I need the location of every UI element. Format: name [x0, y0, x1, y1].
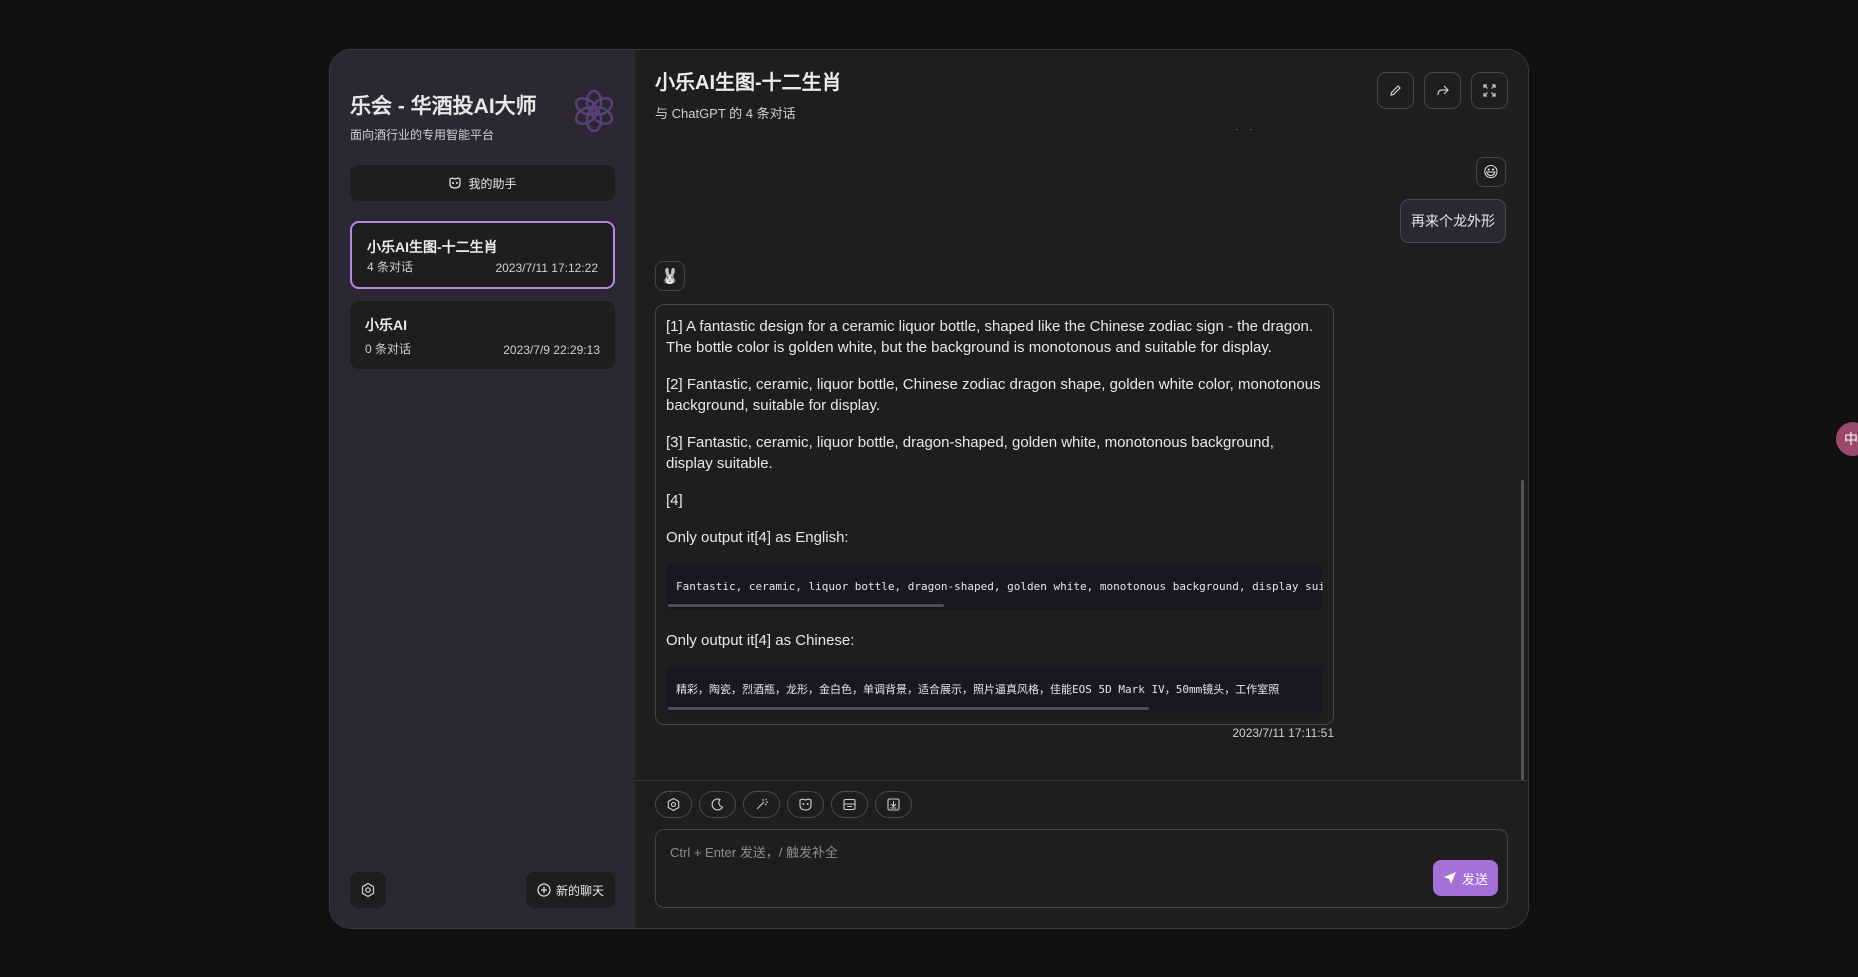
chat-main: 小乐AI生图-十二生肖 与 ChatGPT 的 4 条对话 · · 😃 再来个龙…	[635, 50, 1528, 928]
fullscreen-button[interactable]	[1471, 72, 1508, 109]
my-assistant-label: 我的助手	[468, 176, 517, 191]
openai-logo-icon	[571, 88, 617, 134]
chat-item-date: 2023/7/11 17:12:22	[495, 261, 598, 275]
floating-translate-badge[interactable]: 中	[1836, 422, 1858, 456]
code-text: 精彩，陶瓷，烈酒瓶，龙形，金白色，单调背景，适合展示，照片逼真风格，佳能EOS …	[676, 683, 1280, 696]
chat-list-item[interactable]: 小乐AI 0 条对话 2023/7/9 22:29:13	[350, 301, 615, 369]
message-timestamp: 2023/7/11 17:11:51	[1232, 726, 1334, 740]
my-assistant-button[interactable]: 我的助手	[350, 165, 615, 201]
bot-paragraph: [4]	[666, 492, 683, 509]
masks-button[interactable]	[787, 791, 824, 818]
new-chat-button[interactable]: 新的聊天	[525, 872, 615, 908]
loading-dots: · ·	[1235, 124, 1257, 135]
chat-scrollbar[interactable]	[1521, 480, 1524, 780]
chat-item-date: 2023/7/9 22:29:13	[503, 343, 600, 357]
bot-chinese-label: Only output it[4] as Chinese:	[666, 632, 855, 649]
code-scrollbar[interactable]	[668, 707, 1149, 710]
export-icon	[886, 797, 901, 812]
prompt-hints-button[interactable]	[743, 791, 780, 818]
chat-settings-button[interactable]	[655, 791, 692, 818]
code-scrollbar[interactable]	[668, 604, 944, 607]
sidebar-footer: 新的聊天	[350, 872, 615, 908]
mask-icon	[798, 797, 813, 812]
export-button[interactable]	[875, 791, 912, 818]
template-icon	[842, 797, 857, 812]
user-avatar[interactable]: 😃	[1476, 157, 1506, 187]
settings-icon	[360, 882, 376, 898]
plus-circle-icon	[537, 883, 551, 897]
code-block-chinese[interactable]: 精彩，陶瓷，烈酒瓶，龙形，金白色，单调背景，适合展示，照片逼真风格，佳能EOS …	[666, 667, 1323, 713]
send-label: 发送	[1461, 871, 1488, 887]
header-actions	[1377, 72, 1508, 109]
settings-button[interactable]	[350, 872, 386, 908]
bot-paragraph: [3] Fantastic, ceramic, liquor bottle, d…	[666, 434, 1274, 472]
bot-paragraph: [1] A fantastic design for a ceramic liq…	[666, 318, 1314, 356]
chat-item-count: 4 条对话	[367, 260, 414, 274]
bot-paragraph: [2] Fantastic, ceramic, liquor bottle, C…	[666, 376, 1321, 414]
edit-icon	[1388, 83, 1403, 98]
bot-english-label: Only output it[4] as English:	[666, 529, 849, 546]
edit-title-button[interactable]	[1377, 72, 1414, 109]
user-message: 再来个龙外形	[1400, 199, 1506, 243]
moon-icon	[710, 797, 725, 812]
chat-item-title: 小乐AI生图-十二生肖	[367, 239, 498, 255]
composer: 发送	[635, 780, 1528, 928]
send-button[interactable]: 发送	[1433, 860, 1498, 896]
bot-message: [1] A fantastic design for a ceramic liq…	[655, 304, 1334, 725]
settings-icon	[666, 797, 681, 812]
code-text: Fantastic, ceramic, liquor bottle, drago…	[676, 580, 1323, 593]
template-button[interactable]	[831, 791, 868, 818]
code-block-english[interactable]: Fantastic, ceramic, liquor bottle, drago…	[666, 564, 1323, 610]
bot-avatar[interactable]: 🐰	[655, 261, 685, 291]
send-icon	[1443, 871, 1457, 885]
chat-list-item-active[interactable]: 小乐AI生图-十二生肖 4 条对话 2023/7/11 17:12:22	[350, 221, 615, 289]
chat-item-title: 小乐AI	[365, 317, 407, 333]
composer-toolbar	[655, 791, 912, 818]
chat-item-count: 0 条对话	[365, 342, 412, 356]
chat-header: 小乐AI生图-十二生肖 与 ChatGPT 的 4 条对话	[635, 50, 1528, 130]
mask-icon	[448, 176, 462, 190]
app-window: 乐会 - 华酒投AI大师 面向酒行业的专用智能平台 我的助手 小乐AI生图-十二…	[329, 49, 1529, 929]
sidebar: 乐会 - 华酒投AI大师 面向酒行业的专用智能平台 我的助手 小乐AI生图-十二…	[330, 50, 635, 928]
theme-toggle-button[interactable]	[699, 791, 736, 818]
magic-wand-icon	[754, 797, 769, 812]
message-input[interactable]	[656, 830, 1507, 907]
message-input-box: 发送	[655, 829, 1508, 908]
new-chat-label: 新的聊天	[555, 883, 604, 898]
share-button[interactable]	[1424, 72, 1461, 109]
fullscreen-icon	[1482, 83, 1497, 98]
share-icon	[1435, 83, 1450, 98]
